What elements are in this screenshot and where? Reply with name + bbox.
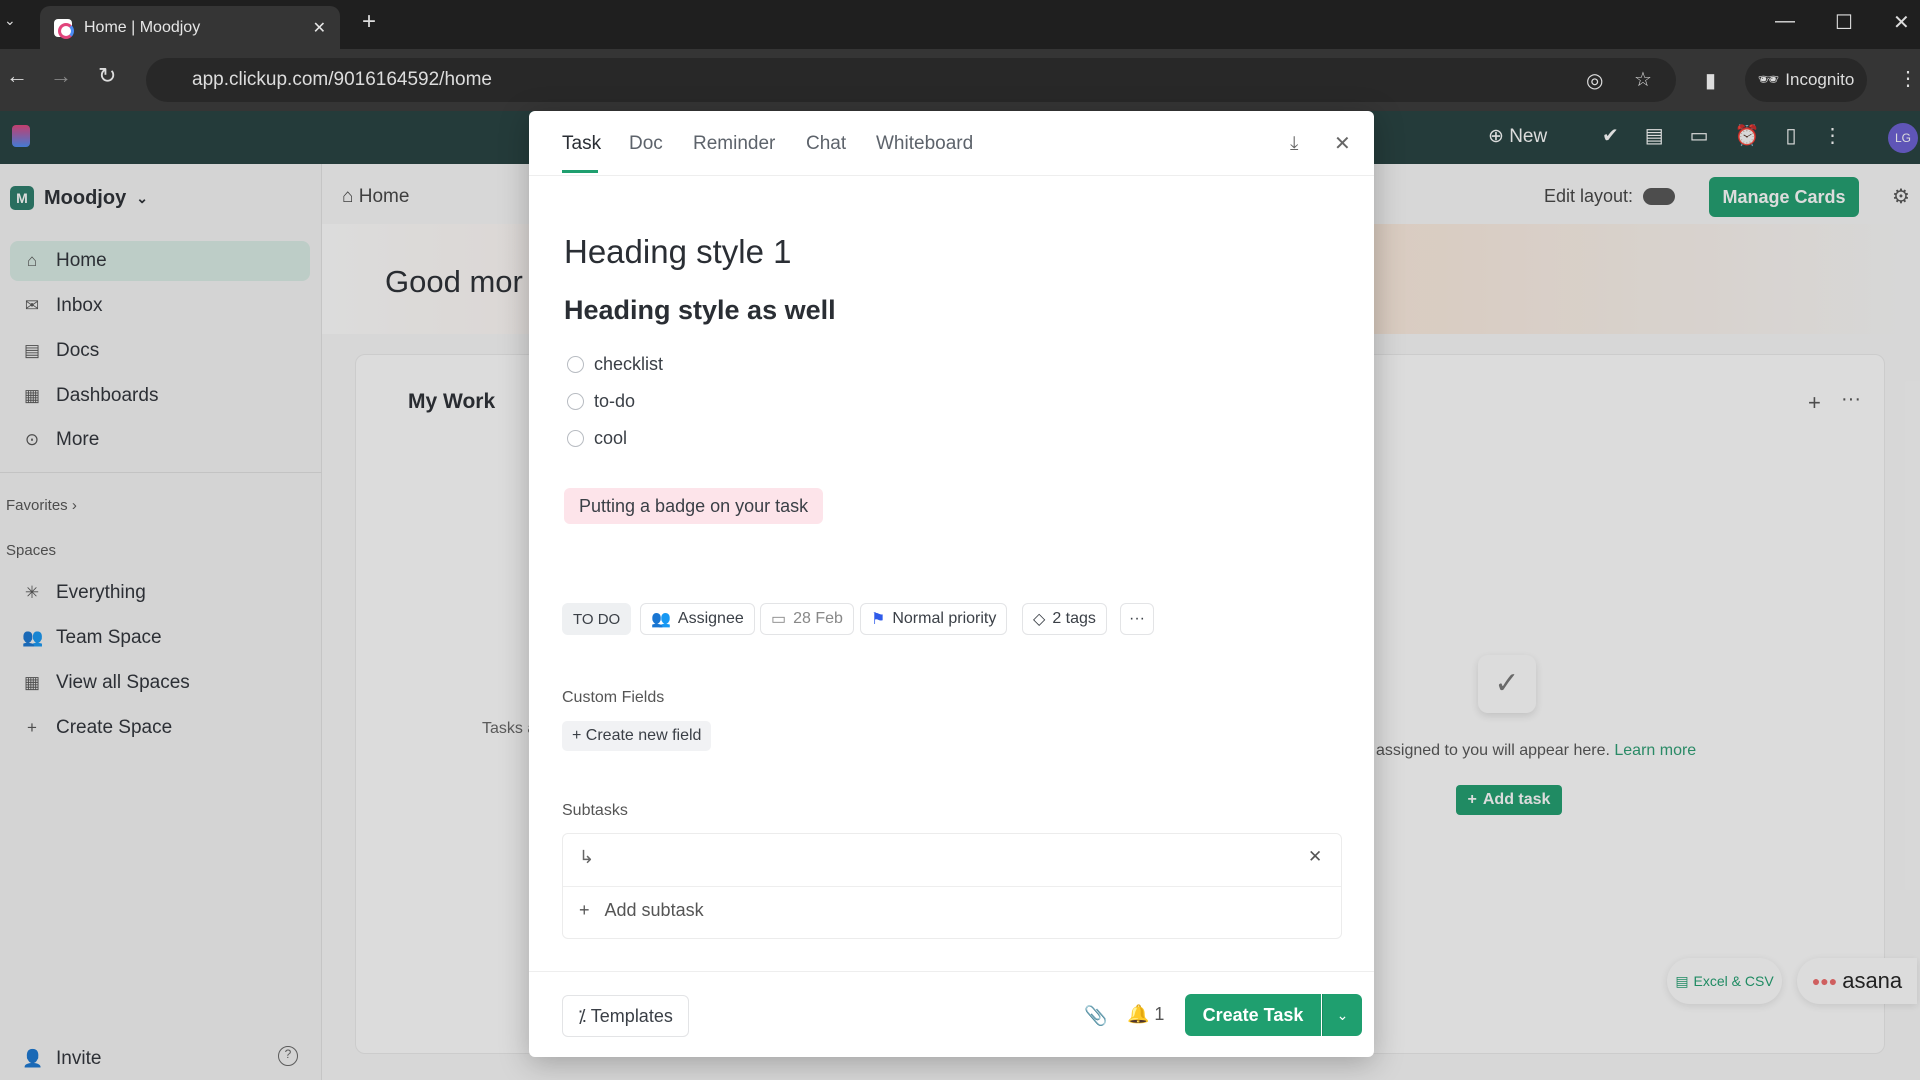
clickup-favicon-icon [54,18,74,39]
create-field-button[interactable]: + Create new field [562,721,712,751]
priority-button[interactable]: ⚑ Normal priority [860,603,1008,635]
templates-label: Templates [590,1006,673,1026]
assignee-button[interactable]: 👥 Assignee [640,603,755,635]
reminder-count: 1 [1154,1004,1165,1024]
subtask-icon: ↳ [579,847,595,867]
add-subtask-button[interactable]: + Add subtask [579,900,704,921]
incognito-icon: 🕶 [1757,70,1780,89]
tab-doc[interactable]: Doc [629,133,663,155]
add-subtask-label: Add subtask [604,900,704,920]
due-date-button[interactable]: ▭ 28 Feb [760,603,854,635]
create-task-modal: Task Doc Reminder Chat Whiteboard ⤓ ✕ He… [529,111,1374,1057]
checkbox-icon[interactable] [567,430,584,447]
custom-fields-label: Custom Fields [562,689,665,706]
divider [563,886,1341,887]
subtasks-label: Subtasks [562,802,628,819]
subtasks-box: ↳ ✕ + Add subtask [562,833,1342,939]
heading-1[interactable]: Heading style 1 [564,233,791,271]
close-window-icon[interactable]: ✕ [1893,10,1910,35]
browser-tab-bar: ⌄ Home | Moodjoy ✕ + — ☐ ✕ [0,0,1920,49]
incognito-badge[interactable]: 🕶 Incognito [1745,58,1867,102]
eye-off-icon[interactable]: ◎ [1586,68,1603,93]
checklist-label: checklist [594,354,664,374]
attachment-icon[interactable]: 📎 [1084,1004,1108,1028]
checklist-item[interactable]: cool [567,428,627,449]
subtask-name-input[interactable] [608,840,1288,880]
star-icon[interactable]: ☆ [1634,67,1652,92]
badge[interactable]: Putting a badge on your task [564,488,824,524]
minimize-modal-icon[interactable]: ⤓ [1290,133,1298,155]
sidepanel-icon[interactable]: ▮ [1705,68,1716,93]
priority-label: Normal priority [892,610,997,627]
more-options-button[interactable]: ··· [1120,603,1154,635]
back-icon[interactable]: ← [6,63,28,89]
active-tab-indicator [562,170,598,173]
checklist-label: to-do [594,391,636,411]
templates-icon: ⁒ [578,1006,587,1026]
due-date-label: 28 Feb [793,610,843,627]
reload-icon[interactable]: ↻ [98,63,116,89]
forward-icon[interactable]: → [50,63,72,89]
browser-tab[interactable]: Home | Moodjoy ✕ [40,6,340,49]
create-task-dropdown-icon[interactable]: ⌄ [1322,994,1362,1036]
close-icon[interactable]: ✕ [1334,131,1351,156]
divider [529,971,1374,972]
flag-icon: ⚑ [871,611,886,628]
browser-menu-icon[interactable]: ⋮ [1898,66,1918,91]
create-field-label: Create new field [585,727,702,744]
minimize-icon[interactable]: — [1775,10,1795,33]
heading-2[interactable]: Heading style as well [564,295,836,326]
tags-label: 2 tags [1052,610,1096,627]
tab-whiteboard[interactable]: Whiteboard [876,133,973,155]
tab-task[interactable]: Task [562,133,601,155]
checkbox-icon[interactable] [567,393,584,410]
tab-reminder[interactable]: Reminder [693,133,775,155]
tab-search-icon[interactable]: ⌄ [4,12,16,29]
assignee-label: Assignee [677,610,744,627]
tag-icon: ◇ [1033,611,1046,628]
close-tab-icon[interactable]: ✕ [313,18,326,38]
incognito-label: Incognito [1785,70,1855,89]
tags-button[interactable]: ◇ 2 tags [1022,603,1107,635]
url-text: app.clickup.com/9016164592/home [192,69,492,90]
create-task-button[interactable]: Create Task [1185,994,1321,1036]
divider [529,175,1374,176]
users-icon: 👥 [651,611,671,628]
maximize-icon[interactable]: ☐ [1835,10,1853,35]
status-button[interactable]: TO DO [562,603,632,635]
checklist-item[interactable]: checklist [567,354,663,375]
templates-button[interactable]: ⁒ Templates [562,995,689,1037]
reminder-button[interactable]: 🔔 1 [1127,1004,1164,1025]
tab-title: Home | Moodjoy [84,18,201,36]
checklist-label: cool [594,428,628,448]
checkbox-icon[interactable] [567,356,584,373]
checklist-item[interactable]: to-do [567,391,635,412]
calendar-icon: ▭ [771,611,787,628]
url-field[interactable]: app.clickup.com/9016164592/home ◎ ☆ [146,58,1676,102]
new-tab-icon[interactable]: + [362,8,376,36]
tab-chat[interactable]: Chat [806,133,846,155]
close-subtask-icon[interactable]: ✕ [1308,847,1322,867]
